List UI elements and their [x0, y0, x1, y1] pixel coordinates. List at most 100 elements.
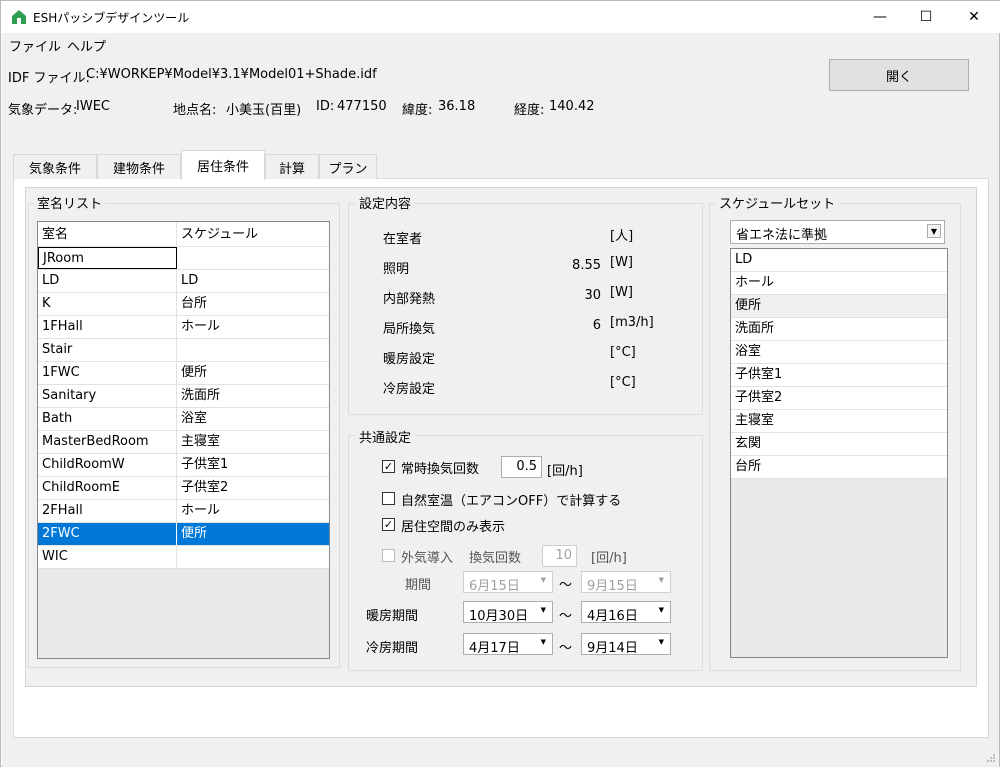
table-row[interactable]: Bath 浴室: [38, 408, 329, 431]
room-schedule-cell[interactable]: ホール: [177, 500, 329, 522]
natural-checkbox[interactable]: [382, 492, 395, 505]
table-row[interactable]: JRoom: [38, 247, 329, 270]
setting-label: 冷房設定: [383, 382, 436, 397]
setting-unit: [m3/h]: [610, 315, 654, 330]
setting-unit: [人]: [610, 229, 634, 244]
col-name-header[interactable]: 室名: [38, 222, 177, 247]
menu-file[interactable]: ファイル: [9, 36, 61, 55]
app-window: ESHパッシブデザインツール — ☐ ✕ ファイル ヘルプ IDF ファイル: …: [0, 0, 1000, 767]
room-schedule-cell[interactable]: [177, 339, 329, 361]
room-name-cell[interactable]: K: [38, 293, 177, 315]
chevron-down-icon: ▼: [927, 224, 941, 238]
period-from-value: 6月15日: [469, 579, 520, 594]
table-row[interactable]: 1FHall ホール: [38, 316, 329, 339]
room-schedule-cell[interactable]: ホール: [177, 316, 329, 338]
setting-unit: [W]: [610, 285, 633, 300]
table-row[interactable]: WIC: [38, 546, 329, 569]
room-name-cell[interactable]: Bath: [38, 408, 177, 430]
room-name-cell[interactable]: Sanitary: [38, 385, 177, 407]
table-row[interactable]: K 台所: [38, 293, 329, 316]
room-schedule-cell[interactable]: LD: [177, 270, 329, 292]
heat-from-select[interactable]: 10月30日 ▼: [463, 601, 553, 624]
maximize-button[interactable]: ☐: [903, 1, 949, 33]
list-item[interactable]: 子供室1: [731, 364, 947, 387]
living-only-checkbox[interactable]: ✓: [382, 518, 395, 531]
schedule-set-select[interactable]: 省エネ法に準拠 ▼: [730, 220, 945, 244]
room-schedule-cell[interactable]: 便所: [177, 362, 329, 384]
cool-from-select[interactable]: 4月17日 ▼: [463, 633, 553, 656]
room-name-cell[interactable]: 2FWC: [38, 523, 177, 545]
col-schedule-header[interactable]: スケジュール: [177, 222, 329, 247]
room-schedule-cell[interactable]: 浴室: [177, 408, 329, 430]
list-item[interactable]: ホール: [731, 272, 947, 295]
tab-calc[interactable]: 計算: [265, 154, 319, 179]
table-row[interactable]: ChildRoomE 子供室2: [38, 477, 329, 500]
tab-weather[interactable]: 気象条件: [13, 154, 97, 179]
room-name-cell[interactable]: MasterBedRoom: [38, 431, 177, 453]
setting-value: 8.55: [572, 258, 601, 273]
outdoor-label: 外気導入: [401, 551, 454, 566]
tab-living[interactable]: 居住条件: [181, 150, 265, 180]
table-row[interactable]: Stair: [38, 339, 329, 362]
common-title: 共通設定: [356, 427, 415, 446]
close-button[interactable]: ✕: [951, 1, 997, 33]
lat-value: 36.18: [438, 99, 476, 114]
table-row[interactable]: 1FWC 便所: [38, 362, 329, 385]
outdoor-rate-label: 換気回数: [469, 551, 522, 566]
room-name-cell[interactable]: ChildRoomE: [38, 477, 177, 499]
room-schedule-cell[interactable]: [177, 546, 329, 568]
room-name-cell[interactable]: 1FHall: [38, 316, 177, 338]
list-item[interactable]: 玄関: [731, 433, 947, 456]
list-item[interactable]: 台所: [731, 456, 947, 479]
menu-help[interactable]: ヘルプ: [67, 36, 106, 55]
room-schedule-cell[interactable]: 子供室1: [177, 454, 329, 476]
living-only-label: 居住空間のみ表示: [401, 520, 506, 535]
table-row[interactable]: 2FWC 便所: [38, 523, 329, 546]
heat-to-select[interactable]: 4月16日 ▼: [581, 601, 671, 624]
dropdown-arrow-icon: ▼: [658, 638, 664, 646]
room-name-cell[interactable]: 2FHall: [38, 500, 177, 522]
table-row[interactable]: Sanitary 洗面所: [38, 385, 329, 408]
dropdown-arrow-icon: ▼: [658, 606, 664, 614]
cool-to-select[interactable]: 9月14日 ▼: [581, 633, 671, 656]
room-name-cell[interactable]: 1FWC: [38, 362, 177, 384]
outdoor-rate-input[interactable]: 10: [542, 545, 577, 567]
room-schedule-cell[interactable]: 主寝室: [177, 431, 329, 453]
period-from-select[interactable]: 6月15日 ▼: [463, 571, 553, 594]
room-schedule-cell[interactable]: [177, 247, 329, 269]
room-schedule-cell[interactable]: 台所: [177, 293, 329, 315]
list-item[interactable]: 洗面所: [731, 318, 947, 341]
room-schedule-cell[interactable]: 子供室2: [177, 477, 329, 499]
vent-checkbox[interactable]: ✓: [382, 460, 395, 473]
table-row[interactable]: LD LD: [38, 270, 329, 293]
weather-label: 気象データ:: [8, 103, 78, 118]
setting-label: 局所換気: [383, 322, 436, 337]
minimize-button[interactable]: —: [857, 1, 903, 33]
list-item[interactable]: 浴室: [731, 341, 947, 364]
list-item[interactable]: 子供室2: [731, 387, 947, 410]
room-name-cell[interactable]: WIC: [38, 546, 177, 568]
room-grid-header: 室名 スケジュール: [38, 222, 329, 247]
outdoor-checkbox[interactable]: [382, 549, 395, 562]
open-button[interactable]: 開く: [829, 59, 969, 91]
list-item[interactable]: 便所: [731, 295, 947, 318]
room-name-cell[interactable]: LD: [38, 270, 177, 292]
table-row[interactable]: MasterBedRoom 主寝室: [38, 431, 329, 454]
tab-plan[interactable]: プラン: [319, 154, 377, 179]
table-row[interactable]: ChildRoomW 子供室1: [38, 454, 329, 477]
table-row[interactable]: 2FHall ホール: [38, 500, 329, 523]
heat-tilde: ～: [559, 609, 573, 624]
schedule-list: LD ホール 便所 洗面所 浴室 子供室1 子供室2 主寝室 玄関 台所: [730, 248, 948, 658]
period-to-select[interactable]: 9月15日 ▼: [581, 571, 671, 594]
room-name-cell[interactable]: JRoom: [38, 247, 177, 269]
room-name-cell[interactable]: ChildRoomW: [38, 454, 177, 476]
room-schedule-cell[interactable]: 便所: [177, 523, 329, 545]
room-name-cell[interactable]: Stair: [38, 339, 177, 361]
resize-grip-icon[interactable]: [986, 753, 996, 763]
tab-building[interactable]: 建物条件: [97, 154, 181, 179]
room-schedule-cell[interactable]: 洗面所: [177, 385, 329, 407]
list-item[interactable]: 主寝室: [731, 410, 947, 433]
list-item[interactable]: LD: [731, 249, 947, 272]
house-icon: [12, 10, 26, 24]
vent-input[interactable]: 0.5: [501, 456, 542, 478]
